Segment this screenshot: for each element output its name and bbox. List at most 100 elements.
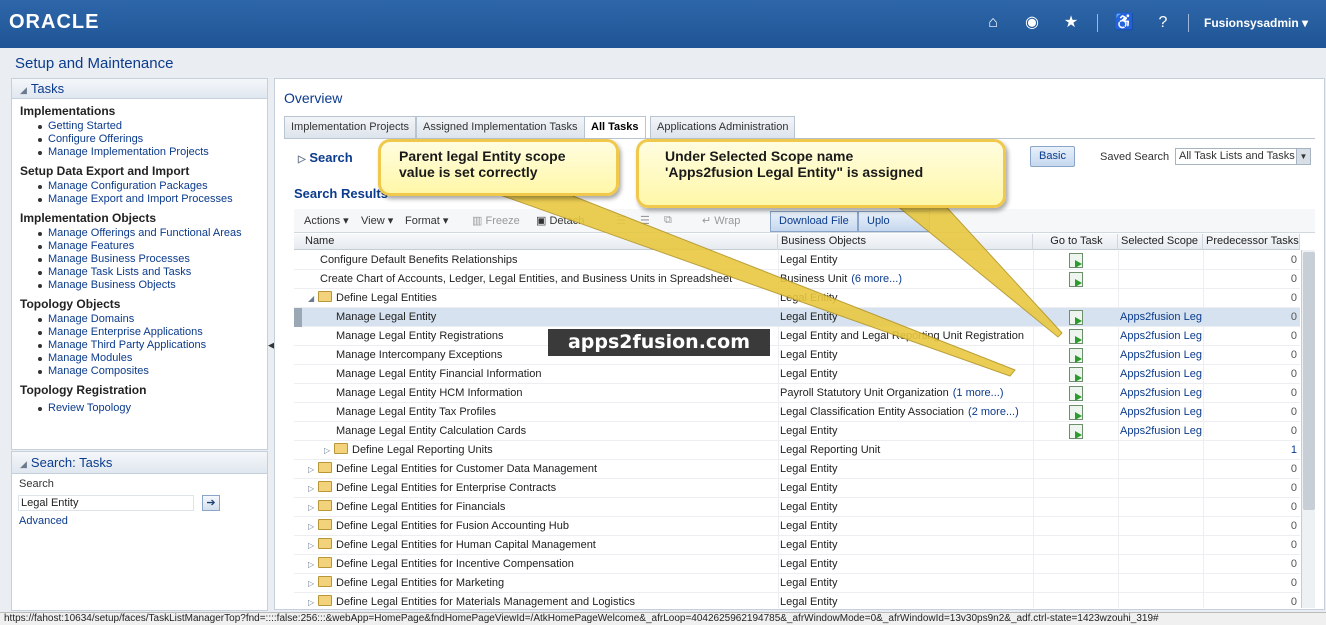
tab-all-tasks[interactable]: All Tasks — [584, 116, 646, 139]
go-to-task-icon[interactable] — [1069, 329, 1083, 344]
table-row[interactable]: ▷ Define Legal Entities for Fusion Accoun… — [294, 517, 1300, 536]
advanced-search-link[interactable]: Advanced — [19, 515, 68, 527]
link-manage-business-processes[interactable]: Manage Business Processes — [12, 253, 267, 266]
link-manage-offerings[interactable]: Manage Offerings and Functional Areas — [12, 227, 267, 240]
go-to-task-icon[interactable] — [1069, 386, 1083, 401]
link-manage-implementation-projects[interactable]: Manage Implementation Projects — [12, 146, 267, 159]
cell-selected-scope[interactable]: Apps2fusion Lega — [1120, 327, 1202, 346]
upload-button[interactable]: Uplo — [858, 211, 930, 232]
home-icon[interactable]: ⌂ — [983, 13, 1003, 33]
indent-icon[interactable]: ☰ — [616, 214, 626, 227]
column-header-predecessor-tasks[interactable]: Predecessor Tasks — [1203, 234, 1300, 250]
link-review-topology[interactable]: Review Topology — [12, 402, 267, 415]
table-row[interactable]: ▷ Define Legal Entities for Materials Man… — [294, 593, 1300, 608]
table-row[interactable]: Manage Legal Entity Calculation Cards Leg… — [294, 422, 1300, 441]
view-menu[interactable]: View ▾ — [361, 214, 393, 227]
user-menu[interactable]: Fusionsysadmin ▾ — [1204, 16, 1308, 30]
expand-node-icon[interactable]: ▷ — [308, 461, 318, 479]
vertical-scrollbar[interactable] — [1301, 250, 1315, 608]
search-panel-header[interactable]: ◢ Search: Tasks — [12, 452, 267, 474]
basic-button[interactable]: Basic — [1030, 146, 1075, 167]
link-manage-export-import[interactable]: Manage Export and Import Processes — [12, 193, 267, 206]
go-to-task-icon[interactable] — [1069, 405, 1083, 420]
expand-node-icon[interactable]: ▷ — [308, 575, 318, 593]
link-manage-configuration-packages[interactable]: Manage Configuration Packages — [12, 180, 267, 193]
table-row[interactable]: ◢ Define Legal Entities Legal Entity 0 — [294, 289, 1300, 308]
scrollbar-thumb[interactable] — [1303, 252, 1315, 510]
expand-node-icon[interactable]: ▷ — [308, 556, 318, 574]
table-row[interactable]: ▷ Define Legal Entities for Customer Data… — [294, 460, 1300, 479]
search-go-arrow-icon[interactable]: ➔ — [202, 495, 220, 511]
tab-applications-administration[interactable]: Applications Administration — [650, 116, 796, 138]
link-getting-started[interactable]: Getting Started — [12, 120, 267, 133]
table-row[interactable]: ▷ Define Legal Entities for Incentive Com… — [294, 555, 1300, 574]
table-row[interactable]: Create Chart of Accounts, Ledger, Legal … — [294, 270, 1300, 289]
help-icon[interactable]: ? — [1153, 13, 1173, 33]
collapse-panel-arrow-icon[interactable]: ◀ — [268, 340, 275, 354]
accessibility-icon[interactable]: ♿ — [1114, 13, 1134, 33]
search-disclosure[interactable]: ▷ Search — [298, 150, 353, 165]
expand-node-icon[interactable]: ▷ — [308, 537, 318, 555]
focus-icon[interactable]: ⧉ — [664, 214, 672, 227]
expand-node-icon[interactable]: ▷ — [308, 499, 318, 517]
navigator-icon[interactable]: ◉ — [1022, 13, 1042, 33]
cell-selected-scope[interactable]: Apps2fusion Lega — [1120, 365, 1202, 384]
favorites-star-icon[interactable]: ★ — [1061, 13, 1081, 33]
table-row[interactable]: Manage Legal Entity Registrations Legal E… — [294, 327, 1300, 346]
table-row[interactable]: ▷ Define Legal Reporting Units Legal Repor… — [294, 441, 1300, 460]
more-link[interactable]: (1 more...) — [953, 387, 1004, 399]
dropdown-arrow-icon[interactable]: ▼ — [1296, 149, 1310, 164]
table-row[interactable]: Manage Legal Entity Financial Informatio… — [294, 365, 1300, 384]
more-link[interactable]: (2 more...) — [968, 406, 1019, 418]
cell-selected-scope[interactable]: Apps2fusion Lega — [1120, 403, 1202, 422]
outdent-icon[interactable]: ☰ — [640, 214, 650, 227]
link-manage-composites[interactable]: Manage Composites — [12, 365, 267, 378]
table-row[interactable]: Configure Default Benefits Relationships… — [294, 251, 1300, 270]
go-to-task-icon[interactable] — [1069, 367, 1083, 382]
go-to-task-icon[interactable] — [1069, 424, 1083, 439]
table-row[interactable]: Manage Legal Entity HCM Information Payro… — [294, 384, 1300, 403]
collapse-triangle-icon[interactable]: ◢ — [20, 80, 27, 100]
table-row[interactable]: Manage Intercompany Exceptions Legal Enti… — [294, 346, 1300, 365]
search-input[interactable] — [18, 495, 194, 511]
download-file-button[interactable]: Download File — [770, 211, 858, 232]
expand-node-icon[interactable]: ▷ — [308, 518, 318, 536]
tasks-panel-header[interactable]: ◢ Tasks — [12, 79, 267, 99]
table-row[interactable]: ▷ Define Legal Entities for Human Capital… — [294, 536, 1300, 555]
link-manage-features[interactable]: Manage Features — [12, 240, 267, 253]
cell-selected-scope[interactable]: Apps2fusion Lega — [1120, 308, 1202, 327]
go-to-task-icon[interactable] — [1069, 310, 1083, 325]
go-to-task-icon[interactable] — [1069, 272, 1083, 287]
link-manage-domains[interactable]: Manage Domains — [12, 313, 267, 326]
expand-node-icon[interactable]: ▷ — [308, 480, 318, 498]
actions-menu[interactable]: Actions ▾ — [304, 214, 349, 227]
table-row[interactable]: ▷ Define Legal Entities for Marketing Lega… — [294, 574, 1300, 593]
format-menu[interactable]: Format ▾ — [405, 214, 448, 227]
collapse-node-icon[interactable]: ◢ — [308, 290, 318, 308]
table-row[interactable]: Manage Legal Entity Legal Entity Apps2fusi… — [294, 308, 1300, 327]
expand-node-icon[interactable]: ▷ — [324, 442, 334, 460]
wrap-button[interactable]: ↵ Wrap — [702, 214, 740, 227]
saved-search-select[interactable]: All Task Lists and Tasks ▼ — [1175, 148, 1311, 165]
table-row[interactable]: Manage Legal Entity Tax Profiles Legal Cl… — [294, 403, 1300, 422]
freeze-button[interactable]: ▥ Freeze — [472, 214, 520, 227]
detach-button[interactable]: ▣ Detach — [536, 214, 584, 227]
link-manage-task-lists[interactable]: Manage Task Lists and Tasks — [12, 266, 267, 279]
link-configure-offerings[interactable]: Configure Offerings — [12, 133, 267, 146]
more-link[interactable]: (6 more...) — [851, 273, 902, 285]
table-row[interactable]: ▷ Define Legal Entities for Financials Leg… — [294, 498, 1300, 517]
collapse-triangle-icon[interactable]: ◢ — [20, 453, 27, 475]
cell-selected-scope[interactable]: Apps2fusion Lega — [1120, 422, 1202, 441]
link-manage-business-objects[interactable]: Manage Business Objects — [12, 279, 267, 292]
column-header-go-to-task[interactable]: Go to Task — [1033, 234, 1118, 250]
table-row[interactable]: ▷ Define Legal Entities for Enterprise Co… — [294, 479, 1300, 498]
link-manage-enterprise-apps[interactable]: Manage Enterprise Applications — [12, 326, 267, 339]
tab-implementation-projects[interactable]: Implementation Projects — [284, 116, 416, 138]
go-to-task-icon[interactable] — [1069, 253, 1083, 268]
cell-selected-scope[interactable]: Apps2fusion Lega — [1120, 346, 1202, 365]
column-header-name[interactable]: Name — [302, 234, 778, 250]
expand-node-icon[interactable]: ▷ — [308, 594, 318, 608]
go-to-task-icon[interactable] — [1069, 348, 1083, 363]
tab-assigned-implementation-tasks[interactable]: Assigned Implementation Tasks — [416, 116, 585, 138]
link-manage-modules[interactable]: Manage Modules — [12, 352, 267, 365]
